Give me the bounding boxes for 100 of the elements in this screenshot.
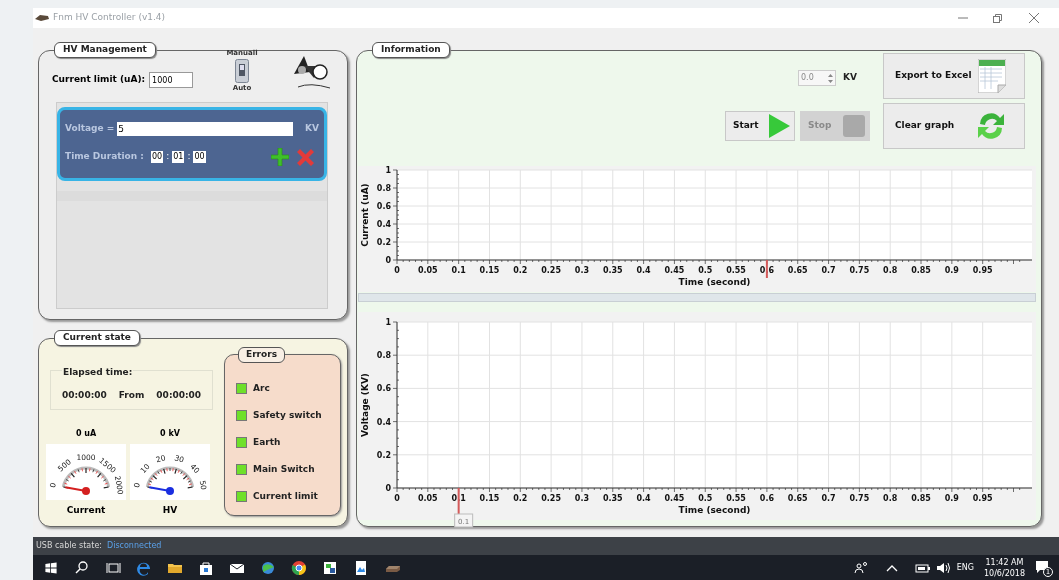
tick-label: 0.65	[787, 494, 808, 503]
tick-label: 1	[385, 166, 391, 175]
tick-label: 0.6	[376, 384, 391, 394]
maximize-icon[interactable]	[993, 13, 1002, 23]
seconds-field[interactable]: 00	[193, 151, 206, 163]
window-app-icon[interactable]	[322, 559, 338, 576]
error-label: Main Switch	[253, 462, 315, 476]
tick-label: 0.9	[944, 494, 959, 503]
export-button[interactable]: Export to Excel	[883, 53, 1025, 99]
tick-label: 0.95	[972, 266, 993, 275]
unit-label: KV	[305, 122, 319, 136]
hours-field[interactable]: 00	[150, 151, 164, 163]
tick-label: 0.8	[376, 351, 391, 361]
tick-label: 0.2	[513, 266, 528, 275]
tick-label: 0.55	[726, 494, 746, 503]
search-icon[interactable]	[74, 559, 90, 576]
tick-label: 0.7	[821, 266, 836, 275]
gauge-reading: 0 uA	[75, 428, 97, 440]
elapsed-time: 00:00:00	[62, 389, 107, 402]
clock-date[interactable]: 10/6/2018	[983, 567, 1025, 579]
tick-label: 0.35	[602, 266, 623, 275]
tick-label: 0.8	[883, 494, 898, 503]
shopping-bag-icon[interactable]	[198, 559, 214, 576]
total-time: 00:00:00	[156, 389, 202, 402]
window-title: Fnm HV Controller (v1.4)	[53, 11, 166, 25]
axis-title: Time (second)	[678, 277, 751, 287]
gauge-reading: 0 kV	[160, 428, 180, 440]
error-label: Current limit	[253, 489, 318, 503]
tick-label: 0.4	[376, 417, 391, 427]
tick-label: 0.5	[698, 266, 713, 275]
tick-label: 0.75	[849, 494, 870, 503]
voltage-field[interactable]: 5	[117, 122, 294, 136]
clear-graph-button[interactable]: Clear graph	[883, 103, 1025, 149]
tick-label: 0.25	[541, 266, 561, 275]
tick-label: 0.8	[376, 184, 391, 193]
step-card[interactable]: Voltage = 5 KV Time Duration : 00 : 01 : 00	[57, 107, 327, 181]
panel-title: Errors	[238, 347, 285, 363]
tick-label: 0.45	[664, 266, 685, 275]
panel-title: Information	[372, 42, 450, 58]
tick-label: 0.55	[726, 266, 746, 275]
unit-label: KV	[843, 71, 857, 85]
tick-label: 0	[385, 484, 391, 493]
tick-label: 0.6	[759, 494, 774, 503]
error-label: Arc	[253, 381, 270, 395]
axis-title: Voltage (KV)	[360, 373, 370, 437]
tick-label: 0.8	[883, 266, 898, 275]
voltage-spinner[interactable]: 0.0	[798, 70, 836, 86]
play-icon	[768, 114, 790, 138]
current-limit-field[interactable]: 1000	[149, 72, 194, 88]
tick-label: 0.05	[417, 266, 438, 275]
tick-label: 0.1	[451, 266, 466, 275]
tick-label: 0.4	[376, 220, 391, 229]
elapsed-label: Elapsed time:	[62, 366, 134, 380]
tick-label: 0.25	[541, 494, 561, 503]
tick-label: 0.2	[513, 494, 528, 503]
people-icon[interactable]	[852, 559, 869, 576]
tick-label: 0.6	[376, 202, 391, 211]
time-separator: :	[187, 150, 191, 164]
tick-label: 0.7	[821, 494, 836, 503]
refresh-icon	[976, 110, 1006, 142]
from-label: From	[118, 389, 145, 402]
tick-label: 0.4	[636, 494, 651, 503]
picture-icon[interactable]	[353, 559, 369, 576]
round-app-icon[interactable]	[291, 559, 307, 576]
close-icon[interactable]	[1029, 13, 1039, 23]
start-icon[interactable]	[43, 559, 59, 576]
axis-title: Time (second)	[678, 505, 751, 515]
tick-label: 0.65	[787, 266, 808, 275]
duration-label: Time Duration :	[65, 150, 144, 164]
app-icon	[35, 14, 49, 22]
clock-time[interactable]: 11:42 AM	[985, 556, 1024, 568]
language-indicator[interactable]: ENG	[956, 561, 974, 574]
stop-icon	[843, 115, 865, 137]
panel-title: Current state	[54, 330, 140, 346]
panel-title: HV Management	[54, 42, 156, 58]
gauge-label: HV	[162, 504, 178, 517]
axis-title: Current (uA)	[360, 183, 370, 247]
time-separator: :	[166, 150, 170, 164]
tick-label: 0.3	[574, 494, 590, 503]
tick-label: 0.2	[376, 238, 391, 247]
gauge-label: Current	[66, 504, 106, 517]
tick-label: 0.3	[574, 266, 590, 275]
spinner-arrows-icon[interactable]	[828, 73, 833, 83]
tick-label: 0.2	[376, 450, 391, 460]
tick-label: 0	[394, 266, 400, 275]
minutes-field[interactable]: 01	[172, 151, 185, 163]
tick-label: 0.15	[479, 266, 500, 275]
tick-label: 0.75	[849, 266, 870, 275]
tick-label: 0.45	[664, 494, 685, 503]
status-value: Disconnected	[107, 540, 162, 552]
globe-icon[interactable]	[260, 559, 276, 576]
tick-label: 0.95	[972, 494, 993, 503]
spreadsheet-icon	[978, 59, 1006, 93]
tick-label: 0	[385, 256, 391, 265]
field-label: Current limit (uA):	[52, 73, 146, 87]
tick-label: 0.85	[911, 266, 931, 275]
error-label: Earth	[253, 435, 281, 449]
start-button[interactable]: Start	[725, 111, 795, 141]
toggle-switch-icon[interactable]	[235, 58, 249, 83]
tick-label: 1	[385, 318, 391, 327]
